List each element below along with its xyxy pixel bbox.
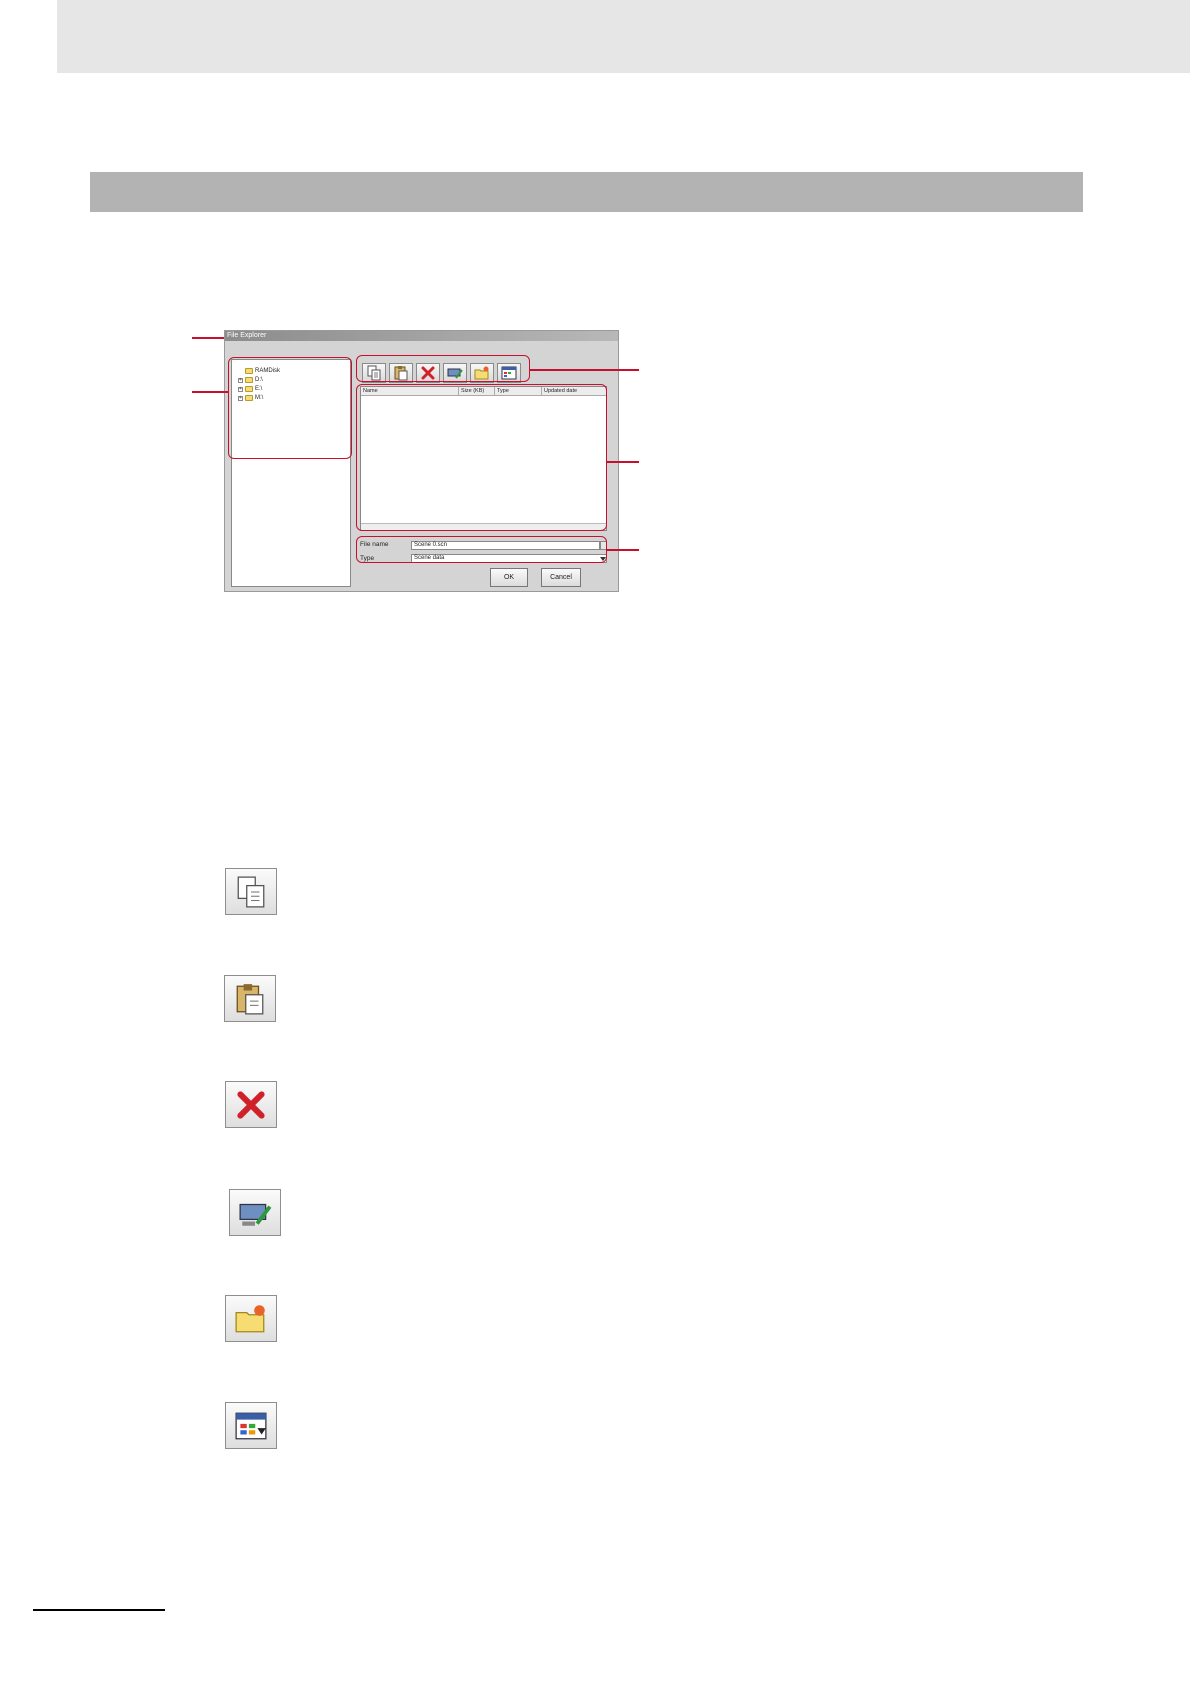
paste-button-large — [224, 975, 276, 1022]
ok-button[interactable]: OK — [490, 568, 528, 587]
list-leader-line — [607, 461, 639, 463]
footer-rule — [33, 1609, 165, 1611]
copy-icon — [237, 875, 265, 908]
paste-icon — [236, 983, 264, 1015]
rename-button-large — [229, 1189, 281, 1236]
dialog-title: File Explorer — [225, 331, 618, 341]
header-band — [57, 0, 1190, 73]
rename-icon — [239, 1203, 272, 1226]
toolbar-callout — [356, 355, 530, 382]
folder-tree-callout — [228, 357, 352, 459]
file-name-callout — [356, 536, 607, 563]
section-heading-bar — [90, 172, 1083, 212]
cancel-button[interactable]: Cancel — [541, 568, 581, 587]
view-style-button-large — [225, 1402, 277, 1449]
title-leader-line — [192, 337, 224, 339]
toolbar-leader-line — [530, 369, 639, 371]
new-folder-icon — [235, 1304, 265, 1332]
delete-button-large — [225, 1081, 277, 1128]
copy-button-large — [225, 868, 277, 915]
file-list-callout — [356, 384, 607, 531]
filename-leader-line — [607, 549, 639, 551]
tree-leader-line — [192, 391, 228, 393]
new-folder-button-large — [225, 1295, 277, 1342]
view-style-icon — [235, 1412, 267, 1439]
delete-icon — [237, 1090, 265, 1119]
